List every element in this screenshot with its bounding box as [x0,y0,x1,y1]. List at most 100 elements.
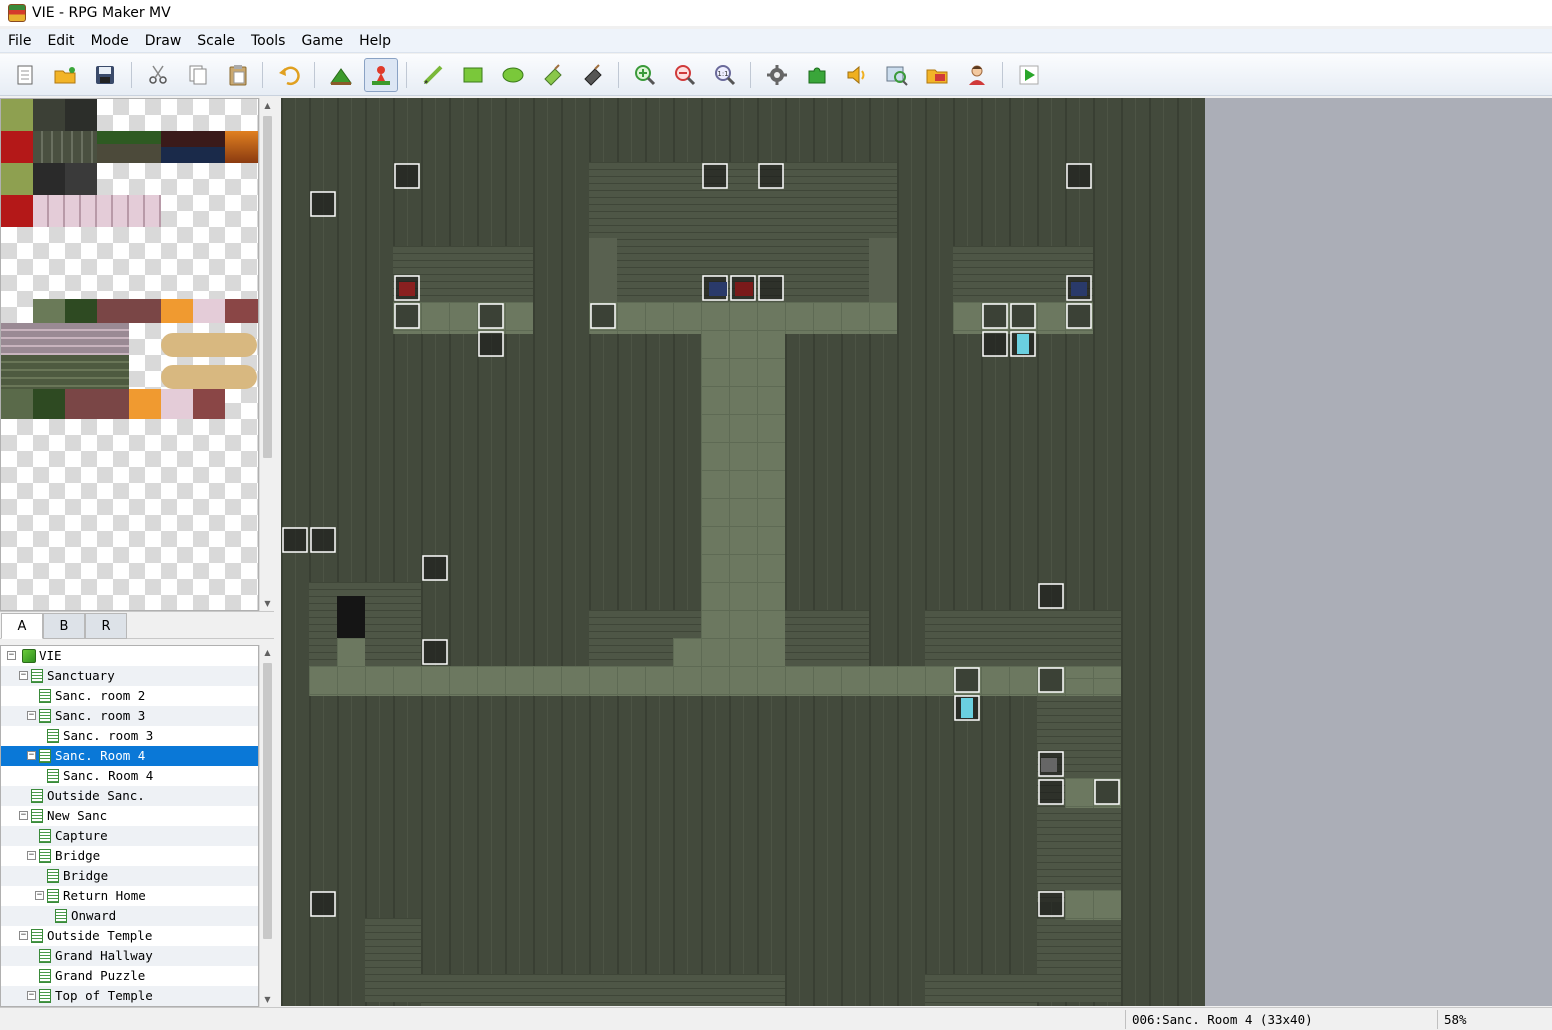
palette-tile[interactable] [1,195,33,227]
menu-help[interactable]: Help [351,30,399,52]
palette-tile[interactable] [33,131,97,163]
map-tree-scrollbar[interactable]: ▲ ▼ [259,645,274,1007]
scroll-down-icon[interactable]: ▼ [260,992,275,1007]
event-mode-button[interactable] [364,58,398,92]
map-tree-item[interactable]: Bridge [1,866,258,886]
map-tree[interactable]: − VIE − Sanctuary Sanc. room 2 − Sanc. room 3 S… [0,645,259,1007]
copy-button[interactable] [181,58,215,92]
collapse-icon[interactable]: − [27,711,36,720]
scroll-thumb[interactable] [263,116,272,458]
menu-edit[interactable]: Edit [39,30,82,52]
palette-tab-b[interactable]: B [43,613,85,639]
map-tree-item[interactable]: Sanc. Room 4 [1,766,258,786]
collapse-icon[interactable]: − [19,931,28,940]
collapse-icon[interactable]: − [19,671,28,680]
palette-tile[interactable] [65,163,97,195]
palette-tile[interactable] [97,131,161,163]
event-searcher-button[interactable] [880,58,914,92]
undo-button[interactable] [272,58,306,92]
palette-tile[interactable] [161,365,257,389]
map-tree-item[interactable]: Sanc. room 2 [1,686,258,706]
palette-tile[interactable] [1,355,129,389]
map-canvas[interactable] [281,98,1205,1006]
palette-tile[interactable] [129,389,161,419]
resource-manager-button[interactable] [920,58,954,92]
palette-tile[interactable] [161,333,257,357]
palette-tile[interactable] [1,323,129,355]
fill-button[interactable] [536,58,570,92]
palette-tile[interactable] [33,195,161,227]
map-tree-item[interactable]: Onward [1,906,258,926]
palette-tile[interactable] [193,299,225,323]
scroll-thumb[interactable] [263,663,272,939]
map-tree-item[interactable]: − Sanc. room 3 [1,706,258,726]
cut-button[interactable] [141,58,175,92]
actual-size-button[interactable]: 1:1 [708,58,742,92]
collapse-icon[interactable]: − [19,811,28,820]
palette-tile[interactable] [161,299,193,323]
palette-tile[interactable] [1,131,33,163]
map-tree-item[interactable]: Sanc. room 3 [1,726,258,746]
save-project-button[interactable] [88,58,122,92]
palette-tab-r[interactable]: R [85,613,127,639]
palette-tile[interactable] [65,299,97,323]
map-tree-item[interactable]: − VIE [1,646,258,666]
palette-tile[interactable] [97,299,161,323]
scroll-up-icon[interactable]: ▲ [260,645,275,660]
map-tree-item[interactable]: − Bridge [1,846,258,866]
collapse-icon[interactable]: − [27,851,36,860]
open-project-button[interactable] [48,58,82,92]
collapse-icon[interactable]: − [27,991,36,1000]
map-tree-item[interactable]: − Sanctuary [1,666,258,686]
menu-scale[interactable]: Scale [189,30,243,52]
map-tree-item[interactable]: Grand Puzzle [1,966,258,986]
menu-file[interactable]: File [0,30,39,52]
tileset-palette[interactable] [0,98,259,611]
collapse-icon[interactable]: − [7,651,16,660]
paste-button[interactable] [221,58,255,92]
character-generator-button[interactable] [960,58,994,92]
palette-tile[interactable] [1,99,33,131]
database-button[interactable] [760,58,794,92]
sound-test-button[interactable] [840,58,874,92]
plugin-manager-button[interactable] [800,58,834,92]
map-tree-item[interactable]: − Outside Temple [1,926,258,946]
scroll-down-icon[interactable]: ▼ [260,596,275,611]
zoom-in-button[interactable] [628,58,662,92]
menu-mode[interactable]: Mode [83,30,137,52]
palette-scrollbar[interactable]: ▲ ▼ [259,98,274,611]
map-mode-button[interactable] [324,58,358,92]
new-project-button[interactable] [8,58,42,92]
scroll-up-icon[interactable]: ▲ [260,98,275,113]
map-svg[interactable] [281,98,1205,1006]
menu-draw[interactable]: Draw [137,30,190,52]
palette-tab-a[interactable]: A [1,613,43,639]
map-tree-item[interactable]: Grand Hallway [1,946,258,966]
palette-tile[interactable] [1,163,33,195]
palette-tile[interactable] [33,163,65,195]
palette-tile[interactable] [1,389,33,419]
palette-tile[interactable] [65,99,97,131]
menu-game[interactable]: Game [293,30,351,52]
palette-tile[interactable] [225,131,258,163]
map-tree-item[interactable]: Outside Sanc. [1,786,258,806]
zoom-out-button[interactable] [668,58,702,92]
palette-tile[interactable] [33,389,65,419]
palette-tile[interactable] [161,131,225,163]
collapse-icon[interactable]: − [27,751,36,760]
map-tree-item[interactable]: − New Sanc [1,806,258,826]
playtest-button[interactable] [1012,58,1046,92]
pencil-button[interactable] [416,58,450,92]
map-tree-item[interactable]: − Return Home [1,886,258,906]
shadow-pen-button[interactable] [576,58,610,92]
map-tree-item[interactable]: − Sanc. Room 4 [1,746,258,766]
menu-tools[interactable]: Tools [243,30,294,52]
map-tree-item[interactable]: − Top of Temple [1,986,258,1006]
collapse-icon[interactable]: − [35,891,44,900]
palette-tile[interactable] [161,389,193,419]
ellipse-button[interactable] [496,58,530,92]
palette-tile[interactable] [33,99,65,131]
palette-tile[interactable] [225,299,258,323]
rectangle-button[interactable] [456,58,490,92]
palette-tile[interactable] [65,389,129,419]
